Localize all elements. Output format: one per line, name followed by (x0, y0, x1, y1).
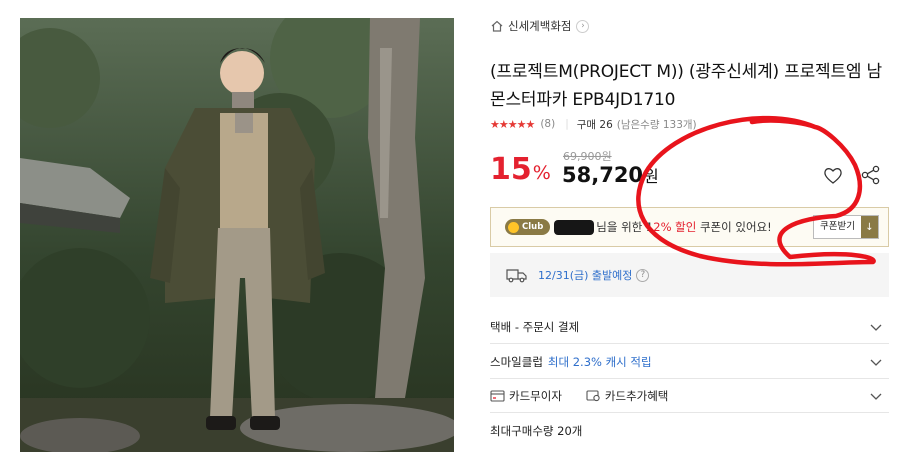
coupon-text-before: 님을 위한 1 (596, 220, 654, 234)
discount-rate: 15% (490, 152, 551, 191)
product-info-panel: 신세계백화점 › (프로젝트M(PROJECT M)) (광주신세계) 프로젝트… (490, 0, 890, 459)
get-coupon-button[interactable]: 쿠폰받기 ↓ (813, 215, 879, 239)
max-purchase-quantity: 최대구매수량 20개 (490, 424, 583, 438)
coupon-discount: 2% 할인 (653, 220, 697, 234)
heart-icon[interactable] (822, 164, 844, 186)
chevron-down-icon (870, 324, 882, 331)
rating-row[interactable]: ★★★★★ (8) | 구매 26 (남은수량 133개) (490, 117, 697, 131)
delivery-label: 택배 - 주문시 결제 (490, 319, 580, 334)
stock-remaining: (남은수량 133개) (616, 118, 697, 131)
smile-club-label: 스마일클럽 (490, 354, 543, 369)
coupon-message: 님을 위한 12% 할인 쿠폰이 있어요! (596, 219, 771, 235)
chevron-down-icon (870, 359, 882, 366)
store-chevron-icon: › (576, 19, 590, 33)
home-icon (491, 20, 503, 32)
download-icon: ↓ (861, 216, 878, 238)
get-coupon-label: 쿠폰받기 (820, 221, 855, 232)
club-badge: Club (505, 219, 551, 235)
smile-club-benefit: 최대 2.3% 캐시 적립 (547, 354, 652, 369)
card-icon (490, 389, 505, 402)
product-title: (프로젝트M(PROJECT M)) (광주신세계) 프로젝트엠 남 몬스터파카… (490, 62, 882, 110)
smile-icon (508, 221, 519, 233)
shipping-date: 12/31(금) 출발예정 (538, 269, 633, 282)
smile-club-row[interactable]: 스마일클럽 최대 2.3% 캐시 적립 (490, 345, 889, 379)
rating-stars: ★★★★★ (490, 117, 535, 131)
store-name: 신세계백화점 (508, 19, 572, 33)
shipping-info: 12/31(금) 출발예정 ? (490, 253, 889, 297)
discount-value: 15 (490, 152, 532, 187)
purchase-count: 구매 26 (576, 118, 613, 131)
coupon-text-after: 쿠폰이 있어요! (696, 220, 772, 234)
sale-price-unit: 원 (644, 167, 659, 186)
help-icon[interactable]: ? (636, 268, 650, 282)
divider: | (565, 118, 569, 130)
card-search-icon (586, 389, 600, 401)
club-label: Club (522, 222, 544, 232)
chevron-down-icon (870, 393, 882, 400)
delivery-option-row[interactable]: 택배 - 주문시 결제 (490, 310, 889, 344)
product-photo-illustration (20, 18, 454, 452)
store-link[interactable]: 신세계백화점 › (490, 17, 590, 35)
card-interest-free[interactable]: 카드무이자 (509, 388, 562, 404)
card-benefits-row[interactable]: 카드무이자 카드추가혜택 (490, 379, 889, 413)
card-extra-benefit-label: 카드추가혜택 (604, 388, 669, 403)
product-image[interactable] (20, 18, 454, 452)
masked-username (554, 219, 595, 235)
coupon-banner: Club 님을 위한 12% 할인 쿠폰이 있어요! 쿠폰받기 ↓ (490, 207, 889, 247)
card-extra-benefit[interactable]: 카드추가혜택 (586, 388, 668, 404)
review-count[interactable]: (8) (540, 118, 555, 130)
share-icon[interactable] (860, 164, 882, 186)
sale-price-value: 58,720 (562, 163, 644, 187)
sale-price: 58,720원 (562, 161, 659, 191)
discount-unit: % (532, 162, 551, 184)
truck-icon (506, 269, 527, 283)
